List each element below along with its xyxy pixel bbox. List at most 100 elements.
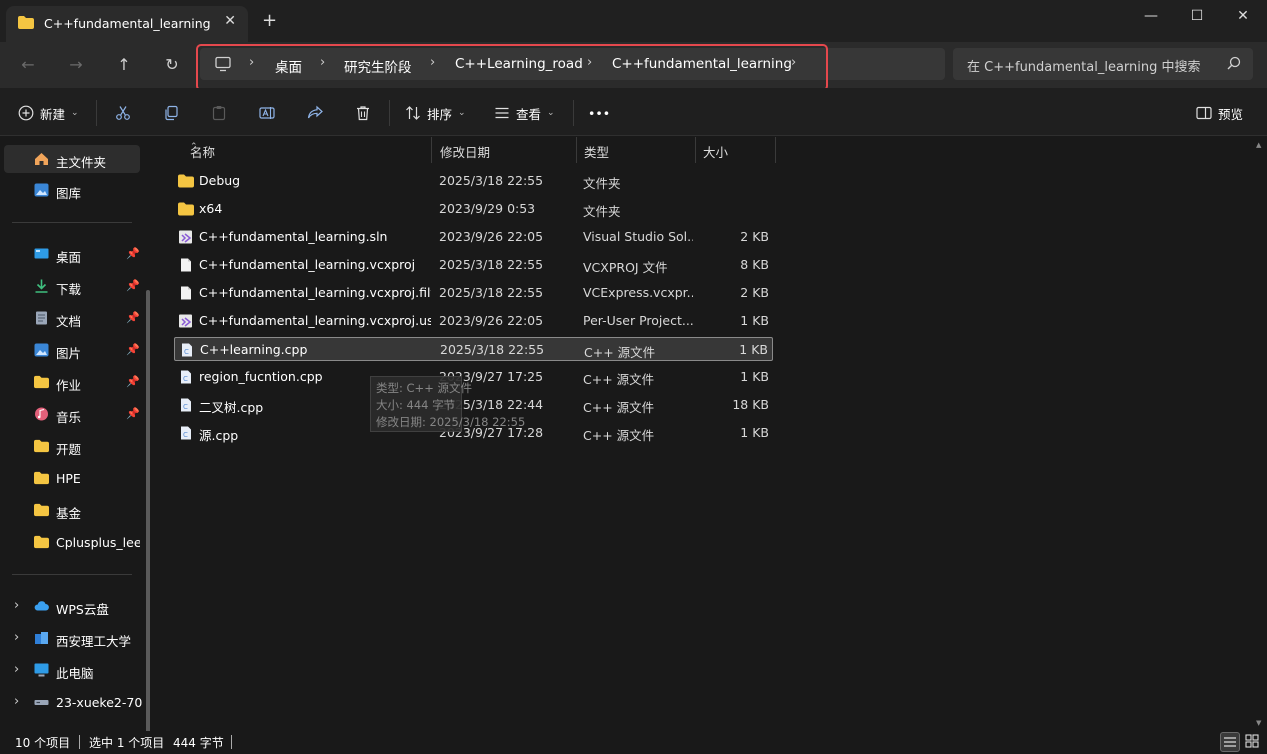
sort-button[interactable]: 排序 ⌄	[405, 102, 466, 124]
scroll-up-arrow-icon[interactable]: ▲	[1256, 141, 1261, 149]
file-row-selected[interactable]: C C++learning.cpp 2025/3/18 22:55 C++ 源文…	[174, 337, 773, 361]
column-header-date[interactable]: 修改日期	[432, 137, 576, 163]
sidebar-item-gallery[interactable]: 图库	[4, 176, 140, 204]
file-row[interactable]: C++fundamental_learning.vcxproj.user 202…	[174, 309, 773, 333]
svg-text:C: C	[183, 403, 188, 411]
computer-icon[interactable]	[215, 56, 231, 72]
file-row[interactable]: C++fundamental_learning.vcxproj 2025/3/1…	[174, 253, 773, 277]
sidebar-item-home[interactable]: 主文件夹	[4, 145, 140, 173]
search-input[interactable]: 在 C++fundamental_learning 中搜索	[953, 48, 1253, 80]
new-button[interactable]: 新建 ⌄	[18, 102, 79, 124]
sidebar-item-documents[interactable]: 文档 📌	[4, 304, 140, 332]
breadcrumb-item-current[interactable]: C++fundamental_learning	[612, 56, 792, 72]
file-row[interactable]: x64 2023/9/29 0:53 文件夹	[174, 197, 773, 221]
file-row[interactable]: C region_fucntion.cpp 2023/9/27 17:25 C+…	[174, 365, 773, 389]
sidebar-item-network-drive[interactable]: › 23-xueke2-704	[4, 688, 142, 716]
tab-close-icon[interactable]: ✕	[224, 13, 236, 29]
file-row[interactable]: Debug 2025/3/18 22:55 文件夹	[174, 169, 773, 193]
maximize-button[interactable]: ☐	[1182, 6, 1212, 28]
sidebar-item-cplusplus-leetcode[interactable]: Cplusplus_leetcode	[4, 528, 140, 556]
file-type: Visual Studio Sol...	[583, 229, 693, 244]
sidebar-item-proposal[interactable]: 开题	[4, 432, 140, 460]
column-header-type[interactable]: 类型	[576, 137, 696, 163]
file-list-scrollbar[interactable]: ▲ ▼	[1256, 137, 1264, 731]
breadcrumb-separator[interactable]: ›	[587, 55, 592, 70]
copy-button[interactable]	[163, 102, 179, 124]
file-row[interactable]: C++fundamental_learning.vcxproj.filt... …	[174, 281, 773, 305]
close-window-button[interactable]: ✕	[1228, 6, 1258, 28]
document-icon	[36, 311, 47, 325]
file-size: 8 KB	[740, 257, 769, 272]
breadcrumb-separator[interactable]: ›	[249, 55, 254, 70]
scroll-down-arrow-icon[interactable]: ▼	[1256, 719, 1261, 727]
forward-button[interactable]: →	[62, 52, 90, 78]
sidebar-item-hpe[interactable]: HPE	[4, 464, 140, 492]
share-icon	[307, 105, 323, 119]
file-size: 1 KB	[740, 369, 769, 384]
file-date: 2025/3/18 22:55	[439, 257, 544, 272]
file-row[interactable]: C++fundamental_learning.sln 2023/9/26 22…	[174, 225, 773, 249]
sidebar-item-fund[interactable]: 基金	[4, 496, 140, 524]
sidebar-item-this-pc[interactable]: › 此电脑	[4, 656, 140, 684]
delete-button[interactable]	[355, 102, 371, 124]
cut-button[interactable]	[115, 102, 131, 124]
breadcrumb-item[interactable]: C++Learning_road	[455, 56, 583, 72]
chevron-right-icon[interactable]: ›	[14, 630, 19, 645]
sidebar-item-xaut[interactable]: › 西安理工大学	[4, 624, 140, 652]
share-button[interactable]	[307, 102, 323, 124]
breadcrumb-separator[interactable]: ›	[430, 55, 435, 70]
sidebar-item-music[interactable]: 音乐 📌	[4, 400, 140, 428]
sidebar-item-downloads[interactable]: 下载 📌	[4, 272, 140, 300]
folder-icon	[178, 174, 194, 188]
more-options-button[interactable]: •••	[588, 102, 610, 124]
sidebar-scrollbar[interactable]	[146, 290, 150, 754]
view-list-icon	[495, 107, 509, 119]
breadcrumb-separator[interactable]: ›	[791, 55, 796, 70]
column-header-name[interactable]: 名称 ⌃	[182, 137, 432, 163]
tiles-view-button[interactable]	[1243, 732, 1263, 752]
back-button[interactable]: ←	[14, 52, 42, 78]
minimize-button[interactable]: —	[1136, 6, 1166, 28]
add-circle-icon	[18, 105, 34, 121]
rename-button[interactable]	[259, 102, 275, 124]
refresh-button[interactable]: ↻	[158, 52, 186, 78]
pin-icon[interactable]: 📌	[126, 279, 140, 292]
new-tab-button[interactable]: +	[262, 12, 277, 30]
chevron-right-icon[interactable]: ›	[14, 662, 19, 677]
file-name: C++fundamental_learning.sln	[199, 229, 388, 244]
tab-current-folder[interactable]: C++fundamental_learning ✕	[6, 6, 248, 42]
pin-icon[interactable]: 📌	[126, 375, 140, 388]
column-divider[interactable]	[775, 137, 776, 163]
file-name: Debug	[199, 173, 241, 188]
sidebar-item-wps-cloud[interactable]: › WPS云盘	[4, 592, 140, 620]
pin-icon[interactable]: 📌	[126, 343, 140, 356]
status-bar: 10 个项目 选中 1 个项目 444 字节	[0, 731, 1267, 754]
selection-count: 选中 1 个项目	[89, 736, 165, 750]
chevron-right-icon[interactable]: ›	[14, 694, 19, 709]
chevron-right-icon[interactable]: ›	[14, 598, 19, 613]
sidebar-item-label: 下载	[56, 282, 82, 297]
file-type: 文件夹	[583, 176, 621, 191]
preview-pane-button[interactable]: 预览	[1196, 102, 1243, 124]
breadcrumb-separator[interactable]: ›	[320, 55, 325, 70]
command-bar: 新建 ⌄ 排序 ⌄ 查看 ⌄ ••• 预览	[0, 88, 1267, 136]
pin-icon[interactable]: 📌	[126, 407, 140, 420]
onedrive-icon	[35, 632, 48, 644]
svg-text:C: C	[183, 375, 188, 383]
pin-icon[interactable]: 📌	[126, 311, 140, 324]
breadcrumb-item[interactable]: 研究生阶段	[344, 56, 412, 76]
up-button[interactable]: ↑	[110, 52, 138, 78]
sidebar-item-homework[interactable]: 作业 📌	[4, 368, 140, 396]
folder-icon	[34, 503, 49, 517]
sidebar-item-pictures[interactable]: 图片 📌	[4, 336, 140, 364]
pin-icon[interactable]: 📌	[126, 247, 140, 260]
view-button[interactable]: 查看 ⌄	[494, 102, 555, 124]
column-header-size[interactable]: 大小	[695, 137, 775, 163]
paste-button[interactable]	[211, 102, 227, 124]
column-header-label: 类型	[584, 145, 610, 160]
breadcrumb-item[interactable]: 桌面	[275, 56, 302, 76]
view-label: 查看	[516, 106, 542, 122]
tooltip-type: 类型: C++ 源文件	[376, 381, 472, 395]
sidebar-item-desktop[interactable]: 桌面 📌	[4, 240, 140, 268]
details-view-button[interactable]	[1220, 732, 1240, 752]
